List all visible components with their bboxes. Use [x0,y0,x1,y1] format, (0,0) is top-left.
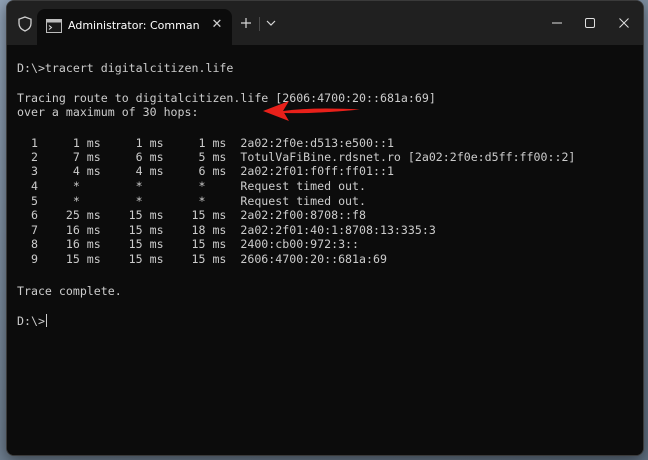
trace-complete-line: Trace complete. [17,284,122,298]
prompt-text: D:\> [17,314,45,328]
tab-separator [259,17,260,31]
chevron-down-icon[interactable] [263,16,279,30]
command-line: D:\>tracert digitalcitizen.life [17,61,234,75]
tab-title: Administrator: Command Pro [68,19,200,32]
hop-row: 9 15 ms 15 ms 15 ms 2606:4700:20::681a:6… [17,252,387,266]
max-hops-line: over a maximum of 30 hops: [17,105,199,119]
hop-row: 4 * * * Request timed out. [17,179,367,193]
tracing-line: Tracing route to digitalcitizen.life [26… [17,91,436,105]
hop-row: 6 25 ms 15 ms 15 ms 2a02:2f00:8708::f8 [17,208,367,222]
hop-row: 7 16 ms 15 ms 18 ms 2a02:2f01:40:1:8708:… [17,223,436,237]
plus-icon[interactable] [237,14,255,32]
prompt-line[interactable]: D:\> [17,314,47,328]
terminal-icon [46,19,62,33]
desktop-background: Administrator: Command Pro ✕ D:\>tracert… [0,0,648,460]
shield-icon [18,16,32,32]
text-cursor [45,314,47,327]
hop-row: 5 * * * Request timed out. [17,194,367,208]
hop-row: 1 1 ms 1 ms 1 ms 2a02:2f0e:d513:e500::1 [17,136,394,150]
annotation-arrow-icon [263,101,360,121]
hop-row: 3 4 ms 4 ms 6 ms 2a02:2f01:f0ff:ff01::1 [17,164,394,178]
tab-command-prompt[interactable]: Administrator: Command Pro ✕ [37,9,232,45]
hop-row: 2 7 ms 6 ms 5 ms TotulVaFiBine.rdsnet.ro… [17,150,576,164]
terminal-window: Administrator: Command Pro ✕ D:\>tracert… [6,0,644,456]
hop-row: 8 16 ms 15 ms 15 ms 2400:cb00:972:3:: [17,237,360,251]
minimize-icon[interactable] [545,11,569,35]
title-bar[interactable]: Administrator: Command Pro ✕ [7,1,643,45]
tab-close-icon[interactable]: ✕ [209,17,225,33]
console-output[interactable]: D:\>tracert digitalcitizen.life Tracing … [7,45,643,455]
close-icon[interactable] [612,11,636,35]
maximize-icon[interactable] [578,11,602,35]
